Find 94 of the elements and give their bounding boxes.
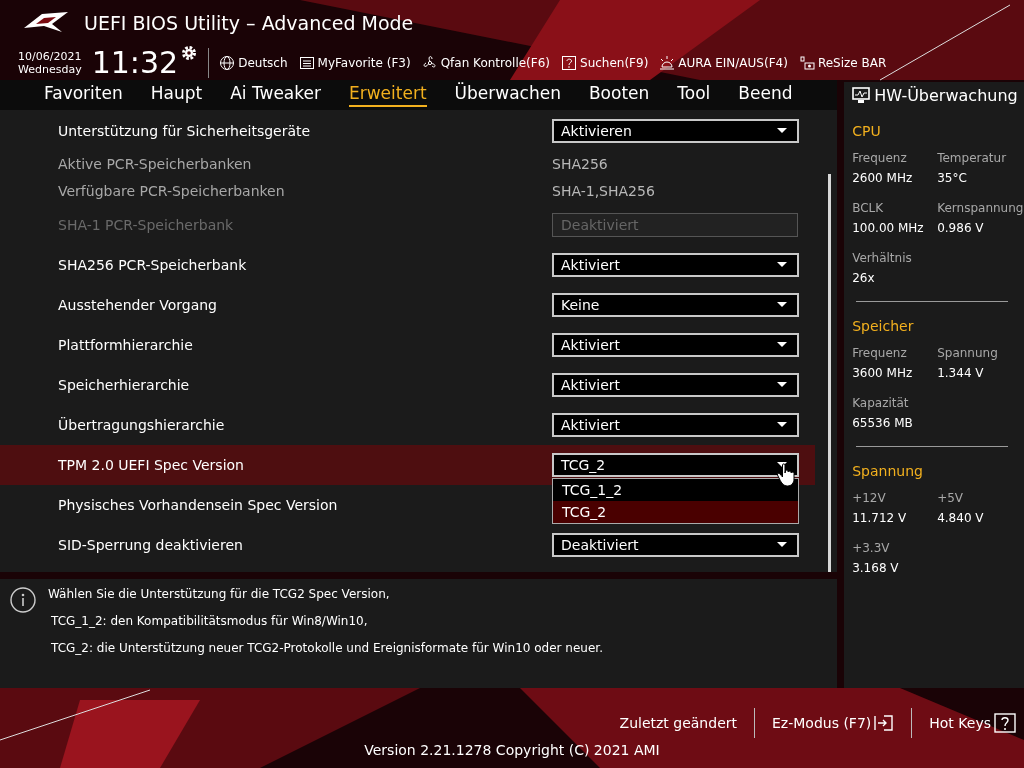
stat-label: +12V [852, 491, 887, 505]
section-title: Spannung [852, 463, 924, 479]
stat-value: 26x [852, 271, 876, 285]
menu-tab[interactable]: Ai Tweaker [230, 82, 321, 107]
question-icon [561, 55, 577, 71]
setting-label: Unterstützung für Sicherheitsgeräte [58, 122, 312, 139]
dropdown-arrow-icon [777, 127, 787, 134]
footer-link[interactable]: Ez-Modus (F7) [772, 714, 895, 732]
fan-icon [421, 55, 438, 71]
stat-label: Temperatur [937, 151, 1008, 165]
stat-value: 11.712 V [852, 511, 908, 525]
stat-label: +3.3V [852, 541, 891, 555]
stat-value: 3.168 V [852, 561, 900, 575]
dropdown[interactable]: Aktivieren [552, 118, 799, 143]
stat-label: BCLK [852, 201, 885, 215]
setting-value: SHA256 [552, 156, 608, 173]
weekday-text: Wednesday [18, 63, 82, 76]
toolbar-label[interactable]: MyFavorite (F3) [317, 56, 411, 70]
toolbar-label[interactable]: Qfan Kontrolle(F6) [440, 56, 550, 70]
dropdown[interactable]: Keine [552, 292, 799, 317]
help-text: Wählen Sie die Unterstützung für die TCG2 Spec Version, [48, 586, 391, 603]
stat-value: 4.840 V [937, 511, 985, 525]
footer-link[interactable]: Hot Keys [929, 713, 1016, 733]
stat-label: Kernspannung [937, 201, 1023, 215]
setting-label: Physisches Vorhandensein Spec Version [58, 496, 339, 513]
clock-text: 11:32 [91, 48, 179, 78]
stat-value: 3600 MHz [852, 366, 914, 380]
toolbar-label[interactable]: ReSize BAR [817, 56, 887, 70]
setting-label: TPM 2.0 UEFI Spec Version [58, 456, 245, 473]
menu-tab[interactable]: Beend [738, 82, 793, 107]
panel-title: HW-Überwachung [874, 85, 1018, 105]
stat-label: +5V [937, 491, 965, 505]
dropdown-arrow-icon [777, 381, 787, 388]
stat-value: 65536 MB [852, 416, 914, 430]
help-text: TCG_1_2: den Kompatibilitätsmodus für Win8/Win10, [50, 613, 369, 630]
lamp-icon [659, 55, 676, 71]
help-icon [994, 713, 1016, 733]
setting-label: SID-Sperrung deaktivieren [58, 536, 244, 553]
stat-label: Spannung [937, 346, 999, 360]
setting-label: Verfügbare PCR-Speicherbanken [58, 183, 286, 200]
card-icon [798, 55, 815, 71]
dropdown-arrow-icon [777, 301, 787, 308]
stat-label: Frequenz [852, 346, 908, 360]
menu-tab[interactable]: Tool [677, 82, 711, 107]
settings-icon [180, 44, 199, 62]
scrollbar[interactable] [828, 173, 831, 572]
menu-tab[interactable]: Überwachen [454, 82, 561, 107]
stat-value: 35°C [937, 171, 968, 185]
version-text: Version 2.21.1278 Copyright (C) 2021 AMI [364, 742, 660, 758]
dropdown[interactable]: Deaktiviert [552, 532, 799, 557]
menu-tab[interactable]: Booten [588, 82, 650, 107]
stat-value: 100.00 MHz [852, 221, 925, 235]
dropdown-option[interactable]: TCG_1_2 [553, 478, 798, 501]
toolbar-label[interactable]: Suchen(F9) [580, 56, 649, 70]
stat-label: Kapazität [852, 396, 910, 410]
info-icon [10, 586, 36, 613]
menu-tab[interactable]: Erweitert [348, 82, 427, 107]
stat-value: 2600 MHz [852, 171, 914, 185]
monitor-icon [852, 86, 871, 104]
dropdown-option[interactable]: TCG_2 [553, 500, 798, 523]
setting-label: Aktive PCR-Speicherbanken [58, 156, 253, 173]
dropdown-arrow-icon [777, 421, 787, 428]
setting-label: Ausstehender Vorgang [58, 296, 218, 313]
toolbar-label[interactable]: Deutsch [238, 56, 288, 70]
dropdown-arrow-icon [777, 341, 787, 348]
stat-label: Frequenz [852, 151, 908, 165]
dropdown-arrow-icon [777, 541, 787, 548]
globe-icon [219, 55, 236, 71]
stat-label: Verhältnis [852, 251, 913, 265]
window-title: UEFI BIOS Utility – Advanced Mode [84, 12, 414, 34]
setting-label: SHA-1 PCR-Speicherbank [58, 216, 235, 233]
exit-icon [874, 714, 895, 732]
value-field: Deaktiviert [552, 212, 798, 237]
dropdown[interactable]: Aktiviert [552, 412, 799, 437]
stat-value: 0.986 V [937, 221, 985, 235]
dropdown[interactable]: Aktiviert [552, 332, 799, 357]
section-title: Speicher [852, 318, 915, 334]
setting-value: SHA-1,SHA256 [552, 183, 655, 200]
help-text: TCG_2: die Unterstützung neuer TCG2-Protokolle und Ereignisformate für Win10 oder neuer. [50, 640, 603, 657]
toolbar-label[interactable]: AURA EIN/AUS(F4) [678, 56, 788, 70]
setting-label: SHA256 PCR-Speicherbank [58, 256, 248, 273]
section-title: CPU [852, 123, 882, 139]
dropdown[interactable]: Aktiviert [552, 252, 799, 277]
dropdown[interactable]: Aktiviert [552, 372, 799, 397]
footer-link[interactable]: Zuletzt geändert [619, 715, 737, 731]
setting-label: Plattformhierarchie [58, 336, 194, 353]
menu-tab[interactable]: Haupt [150, 82, 203, 107]
setting-label: Übertragungshierarchie [58, 416, 226, 433]
menu-tab[interactable]: Favoriten [44, 82, 123, 107]
date-text: 10/06/2021 [18, 50, 82, 63]
setting-label: Speicherhierarchie [58, 376, 191, 393]
stat-value: 1.344 V [937, 366, 985, 380]
dropdown-arrow-icon [777, 261, 787, 268]
list-icon [298, 55, 315, 71]
